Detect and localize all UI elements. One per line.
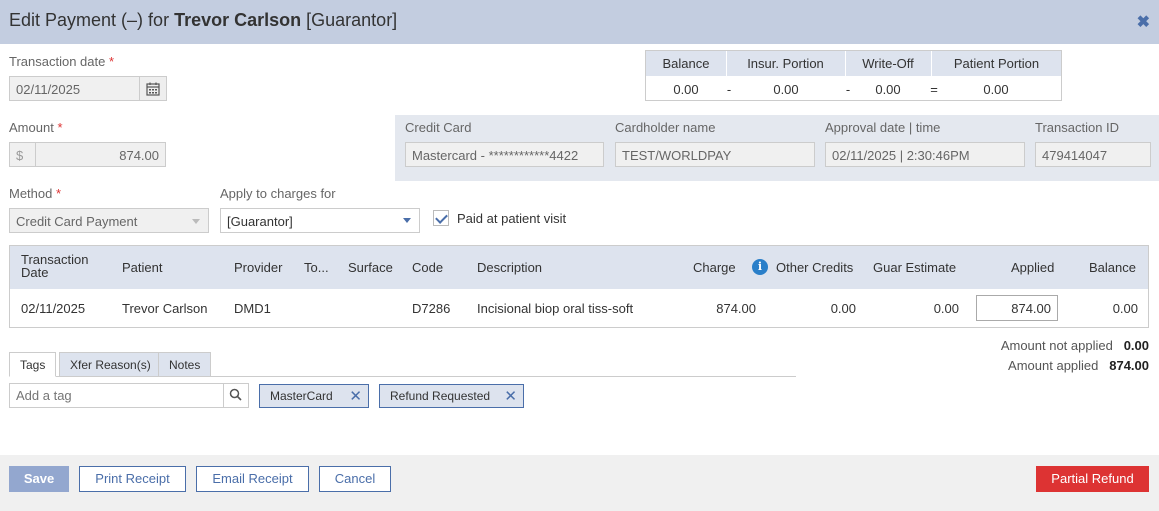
cell-patient: Trevor Carlson [122, 301, 208, 316]
tag-chip: MasterCard ✕ [259, 384, 369, 408]
cardholder-label: Cardholder name [615, 120, 716, 135]
approval-label: Approval date | time [825, 120, 941, 135]
tag-label: MasterCard [270, 389, 333, 403]
cancel-button[interactable]: Cancel [319, 466, 391, 492]
search-icon[interactable] [223, 383, 249, 408]
currency-prefix: $ [9, 142, 36, 167]
summary-balance-value: 0.00 [673, 82, 699, 97]
cell-provider: DMD1 [234, 301, 271, 316]
transaction-id-field: 479414047 [1035, 142, 1151, 167]
col-provider: Provider [234, 260, 283, 275]
col-applied: Applied [1011, 260, 1055, 275]
title-prefix: Edit Payment (–) for [9, 10, 170, 30]
email-receipt-button[interactable]: Email Receipt [196, 466, 309, 492]
grid-header [10, 246, 1148, 289]
amount-label: Amount * [9, 120, 63, 135]
balance-summary: Balance Insur. Portion Write-Off Patient… [645, 50, 1062, 101]
summary-operator: - [726, 82, 732, 97]
title-patient-name: Trevor Carlson [174, 10, 302, 30]
applied-input[interactable]: 874.00 [976, 295, 1058, 321]
amount-input[interactable]: 874.00 [35, 142, 166, 167]
approval-field: 02/11/2025 | 2:30:46PM [825, 142, 1025, 167]
summary-operator: = [930, 82, 938, 97]
col-charge: Charge [693, 260, 736, 275]
summary-writeoff-value: 0.00 [875, 82, 901, 97]
cell-balance: 0.00 [1112, 301, 1138, 316]
close-icon[interactable]: ✖ [1137, 12, 1150, 32]
title-role: [Guarantor] [306, 10, 398, 30]
summary-header-patient: Patient Portion [953, 56, 1040, 71]
summary-header-writeoff: Write-Off [862, 56, 914, 71]
dialog-title: Edit Payment (–) for Trevor Carlson [Gua… [9, 10, 397, 31]
method-select[interactable]: Credit Card Payment [9, 208, 209, 233]
dialog-titlebar: Edit Payment (–) for Trevor Carlson [Gua… [0, 0, 1159, 44]
col-guar-estimate: Guar Estimate [873, 260, 957, 275]
col-patient: Patient [122, 260, 163, 275]
calendar-icon[interactable] [139, 76, 167, 101]
print-receipt-button[interactable]: Print Receipt [79, 466, 186, 492]
col-balance: Balance [1089, 260, 1136, 275]
cell-other-credits: 0.00 [830, 301, 856, 316]
cell-guar-estimate: 0.00 [933, 301, 959, 316]
transaction-id-label: Transaction ID [1035, 120, 1120, 135]
tag-label: Refund Requested [390, 389, 491, 403]
cardholder-field: TEST/WORLDPAY [615, 142, 815, 167]
tab-xfer-reasons[interactable]: Xfer Reason(s) [59, 352, 162, 377]
apply-to-label: Apply to charges for [220, 186, 336, 201]
tag-chip: Refund Requested ✕ [379, 384, 524, 408]
amount-applied: Amount applied 874.00 [1008, 358, 1149, 373]
chevron-down-icon [192, 219, 200, 224]
transaction-date-label: Transaction date * [9, 54, 115, 69]
cell-charge: 874.00 [716, 301, 756, 316]
cell-transaction-date: 02/11/2025 [21, 301, 86, 316]
col-other-credits: Other Credits [776, 260, 854, 275]
remove-tag-icon[interactable]: ✕ [349, 387, 362, 405]
apply-to-select[interactable]: [Guarantor] [220, 208, 420, 233]
summary-header-insur: Insur. Portion [747, 56, 824, 71]
transaction-date-input[interactable]: 02/11/2025 [9, 76, 140, 101]
save-button[interactable]: Save [9, 466, 69, 492]
cell-description: Incisional biop oral tiss-soft [477, 301, 634, 316]
col-surface: Surface [348, 260, 393, 275]
summary-header-balance: Balance [662, 56, 710, 71]
cell-code: D7286 [412, 301, 451, 316]
col-code: Code [412, 260, 444, 275]
col-to: To... [304, 260, 329, 275]
partial-refund-button[interactable]: Partial Refund [1036, 466, 1149, 492]
summary-patient-value: 0.00 [983, 82, 1009, 97]
col-description: Description [477, 260, 543, 275]
paid-at-visit-checkbox[interactable] [433, 210, 449, 226]
info-icon[interactable]: i [752, 259, 768, 275]
amount-not-applied: Amount not applied 0.00 [1000, 338, 1149, 353]
credit-card-field: Mastercard - ************4422 [405, 142, 604, 167]
credit-card-label: Credit Card [405, 120, 472, 135]
summary-insur-value: 0.00 [773, 82, 799, 97]
charges-grid: Transaction Date Patient Provider To... … [9, 245, 1149, 328]
tab-tags[interactable]: Tags [9, 352, 57, 377]
tag-input[interactable] [9, 383, 224, 408]
tab-notes[interactable]: Notes [158, 352, 212, 377]
remove-tag-icon[interactable]: ✕ [504, 387, 517, 405]
col-transaction-date: Transaction Date [21, 252, 89, 280]
paid-at-visit-label: Paid at patient visit [457, 211, 567, 226]
chevron-down-icon [403, 218, 411, 223]
method-label: Method * [9, 186, 62, 201]
